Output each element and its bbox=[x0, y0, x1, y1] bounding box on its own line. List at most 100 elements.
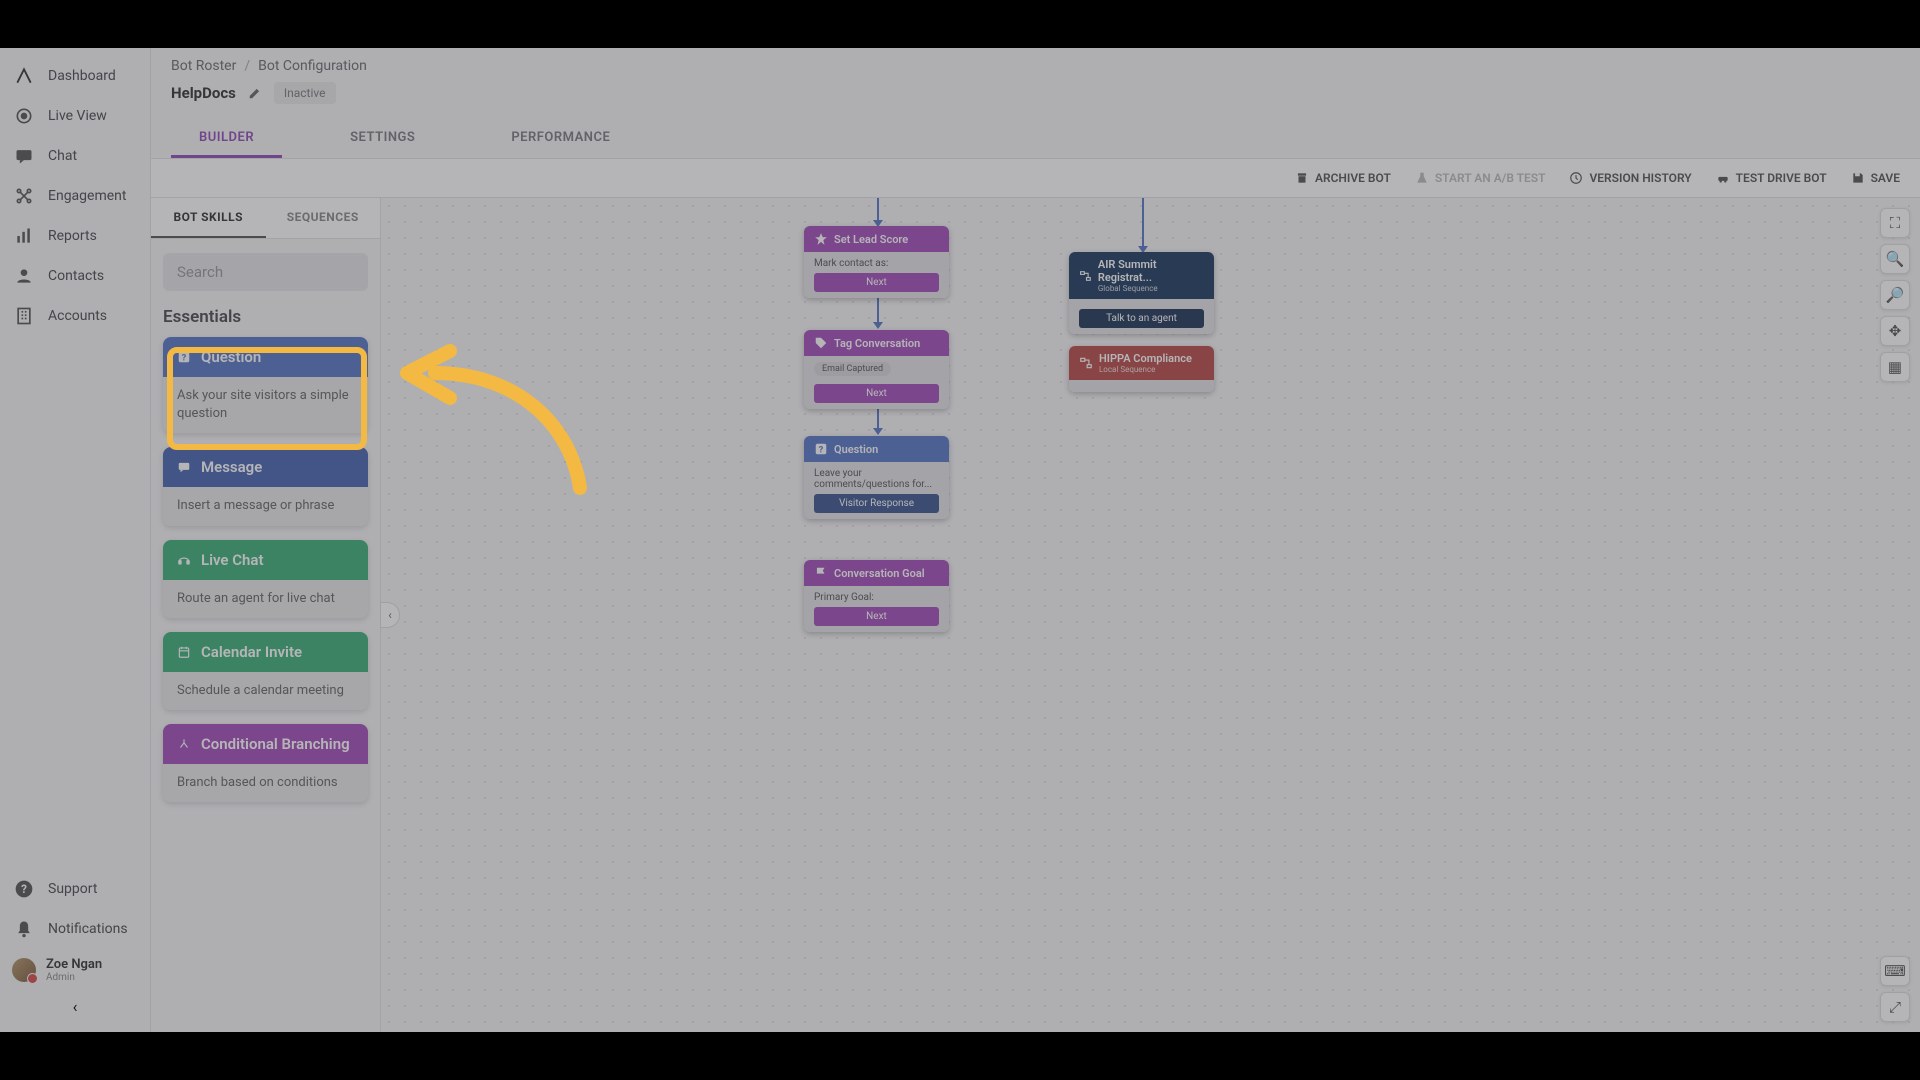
node-hippa[interactable]: HIPPA ComplianceLocal Sequence bbox=[1069, 346, 1214, 392]
contacts-icon bbox=[14, 266, 34, 286]
calendar-icon bbox=[177, 645, 191, 659]
node-conversation-goal[interactable]: Conversation Goal Primary Goal: Next bbox=[804, 560, 949, 632]
skill-desc: Insert a message or phrase bbox=[163, 487, 368, 525]
nav-collapse-button[interactable]: ‹ bbox=[0, 991, 150, 1018]
toolbar-label: ARCHIVE BOT bbox=[1315, 171, 1391, 185]
collapse-panel-button[interactable]: ‹ bbox=[380, 602, 400, 628]
tab-performance[interactable]: PERFORMANCE bbox=[483, 120, 638, 158]
node-body-text: Primary Goal: bbox=[814, 592, 939, 603]
star-icon bbox=[814, 232, 828, 246]
skill-title: Calendar Invite bbox=[201, 643, 302, 661]
expand-button[interactable]: ⤢ bbox=[1880, 992, 1910, 1022]
nav-reports[interactable]: Reports bbox=[0, 216, 150, 256]
skill-desc: Route an agent for live chat bbox=[163, 580, 368, 618]
nav-notifications[interactable]: Notifications bbox=[0, 909, 150, 949]
node-next-button[interactable]: Next bbox=[814, 273, 939, 292]
node-next-button[interactable]: Next bbox=[814, 384, 939, 403]
skill-desc: Ask your site visitors a simple question bbox=[163, 377, 368, 433]
node-agent-button[interactable]: Talk to an agent bbox=[1079, 309, 1204, 328]
archive-bot-button[interactable]: ARCHIVE BOT bbox=[1295, 171, 1391, 185]
keyboard-button[interactable]: ⌨ bbox=[1880, 956, 1910, 986]
canvas[interactable]: ‹ Set Lead Score Mark contact as:Next Ta… bbox=[381, 198, 1920, 1032]
nav-item-label: Reports bbox=[48, 228, 97, 244]
building-icon bbox=[14, 306, 34, 326]
nav-user[interactable]: Zoe Ngan Admin bbox=[0, 949, 150, 991]
skill-card-question[interactable]: ? Question Ask your site visitors a simp… bbox=[163, 337, 368, 433]
node-chip: Email Captured bbox=[814, 362, 891, 376]
nav-contacts[interactable]: Contacts bbox=[0, 256, 150, 296]
avatar bbox=[12, 958, 36, 982]
skill-title: Conditional Branching bbox=[201, 735, 350, 753]
tab-settings[interactable]: SETTINGS bbox=[322, 120, 443, 158]
zoom-out-icon: 🔎 bbox=[1886, 286, 1905, 304]
engagement-icon bbox=[14, 186, 34, 206]
app-frame: Dashboard Live View Chat Engagement Repo… bbox=[0, 48, 1920, 1032]
save-icon bbox=[1851, 171, 1865, 185]
nav-engagement[interactable]: Engagement bbox=[0, 176, 150, 216]
connector bbox=[873, 198, 883, 227]
left-nav: Dashboard Live View Chat Engagement Repo… bbox=[0, 48, 150, 1032]
toolbar-label: VERSION HISTORY bbox=[1589, 171, 1691, 185]
nav-liveview[interactable]: Live View bbox=[0, 96, 150, 136]
edit-icon[interactable] bbox=[248, 86, 262, 100]
breadcrumb-current: Bot Configuration bbox=[258, 58, 367, 74]
node-set-lead-score[interactable]: Set Lead Score Mark contact as:Next bbox=[804, 226, 949, 298]
skill-card-message[interactable]: Message Insert a message or phrase bbox=[163, 447, 368, 525]
node-response-button[interactable]: Visitor Response bbox=[814, 494, 939, 513]
skill-title: Question bbox=[201, 348, 261, 366]
zoom-in-button[interactable]: 🔍 bbox=[1880, 244, 1910, 274]
skill-card-livechat[interactable]: Live Chat Route an agent for live chat bbox=[163, 540, 368, 618]
node-title: Conversation Goal bbox=[834, 567, 925, 580]
bot-name: HelpDocs bbox=[171, 84, 236, 102]
skill-title: Message bbox=[201, 458, 262, 476]
grid-button[interactable]: ▦ bbox=[1880, 352, 1910, 382]
zoom-out-button[interactable]: 🔎 bbox=[1880, 280, 1910, 310]
nav-chat[interactable]: Chat bbox=[0, 136, 150, 176]
nav-logo[interactable]: Dashboard bbox=[0, 56, 150, 96]
toolbar-label: SAVE bbox=[1871, 171, 1900, 185]
test-drive-button[interactable]: TEST DRIVE BOT bbox=[1716, 171, 1827, 185]
ab-test-button: START AN A/B TEST bbox=[1415, 171, 1546, 185]
node-tag-conversation[interactable]: Tag Conversation Email CapturedNext bbox=[804, 330, 949, 409]
logo-icon bbox=[14, 66, 34, 86]
toolbar-label: START AN A/B TEST bbox=[1435, 171, 1546, 185]
tab-builder[interactable]: BUILDER bbox=[171, 120, 282, 158]
keyboard-icon: ⌨ bbox=[1884, 962, 1906, 980]
node-next-button[interactable]: Next bbox=[814, 607, 939, 626]
connector bbox=[1138, 198, 1148, 253]
toolbar-label: TEST DRIVE BOT bbox=[1736, 171, 1827, 185]
message-icon bbox=[177, 460, 191, 474]
fit-button[interactable]: ✥ bbox=[1880, 316, 1910, 346]
node-question[interactable]: ?Question Leave your comments/questions … bbox=[804, 436, 949, 519]
bell-icon bbox=[14, 919, 34, 939]
headset-icon bbox=[177, 553, 191, 567]
nav-item-label: Accounts bbox=[48, 308, 107, 324]
svg-text:?: ? bbox=[819, 445, 824, 456]
nav-item-label: Live View bbox=[48, 108, 107, 124]
history-icon bbox=[1569, 171, 1583, 185]
version-history-button[interactable]: VERSION HISTORY bbox=[1569, 171, 1691, 185]
expand-icon: ⤢ bbox=[1889, 998, 1901, 1016]
breadcrumb-sep: / bbox=[244, 58, 250, 74]
skill-card-conditional[interactable]: Conditional Branching Branch based on co… bbox=[163, 724, 368, 802]
tab-bot-skills[interactable]: BOT SKILLS bbox=[151, 198, 266, 238]
breadcrumb-root[interactable]: Bot Roster bbox=[171, 58, 236, 74]
node-air-summit[interactable]: AIR Summit Registrat...Global Sequence T… bbox=[1069, 252, 1214, 334]
node-title: Question bbox=[834, 443, 878, 456]
tab-sequences[interactable]: SEQUENCES bbox=[266, 198, 381, 238]
sequence-icon bbox=[1079, 269, 1092, 283]
sequence-icon bbox=[1079, 356, 1093, 370]
save-button[interactable]: SAVE bbox=[1851, 171, 1900, 185]
node-body-text: Mark contact as: bbox=[814, 258, 939, 269]
search-input[interactable]: Search bbox=[163, 253, 368, 291]
nav-support[interactable]: ? Support bbox=[0, 869, 150, 909]
grid-icon: ▦ bbox=[1888, 358, 1902, 376]
skills-panel: BOT SKILLS SEQUENCES Search Essentials ?… bbox=[151, 198, 381, 1032]
skill-card-calendar[interactable]: Calendar Invite Schedule a calendar meet… bbox=[163, 632, 368, 710]
svg-text:?: ? bbox=[21, 882, 27, 896]
nav-accounts[interactable]: Accounts bbox=[0, 296, 150, 336]
fullscreen-button[interactable]: ⛶ bbox=[1880, 208, 1910, 238]
skill-desc: Schedule a calendar meeting bbox=[163, 672, 368, 710]
flask-icon bbox=[1415, 171, 1429, 185]
nav-item-label: Chat bbox=[48, 148, 77, 164]
